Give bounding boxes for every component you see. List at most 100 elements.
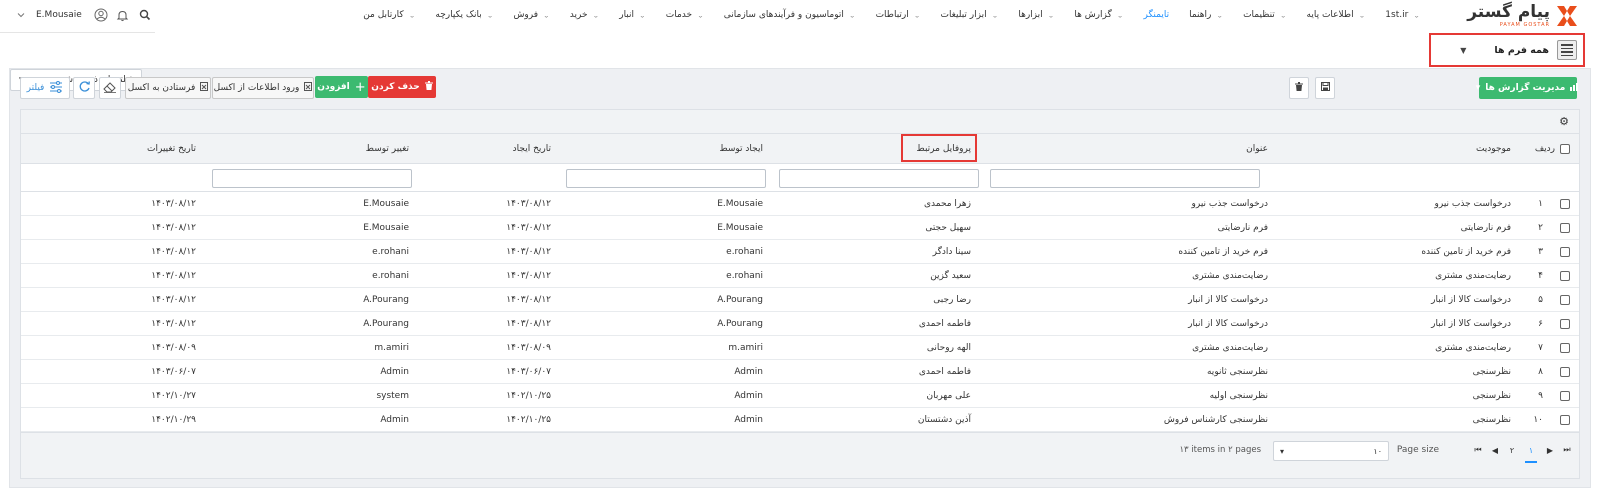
form-selector[interactable]: ▼ همه فرم ها	[1429, 33, 1585, 67]
nav-item-label: تایمنگر	[1143, 10, 1170, 20]
save-filter-button[interactable]	[1315, 77, 1335, 99]
delete-button[interactable]: حذف کردن	[368, 76, 436, 98]
cell-entity: رضایت‌مندی مشتری	[1435, 271, 1511, 281]
filter-button[interactable]: فیلتر	[20, 77, 70, 99]
table-row[interactable]: ۶ درخواست کالا از انبار درخواست کالا از ان…	[21, 312, 1579, 336]
grid-settings-bar: ⚙	[21, 110, 1579, 134]
column-header-title[interactable]: عنوان	[1246, 134, 1268, 164]
trash-icon	[424, 81, 433, 93]
cell-num: ۴	[1538, 271, 1543, 281]
refresh-button[interactable]	[73, 77, 95, 99]
row-checkbox[interactable]	[1560, 367, 1570, 377]
nav-item-label: گزارش ها	[1074, 10, 1112, 20]
column-header-entity[interactable]: موجودیت	[1476, 134, 1511, 164]
prev-page-icon[interactable]: ◀	[1491, 446, 1499, 455]
brand-name: پیام گستر	[1467, 2, 1550, 22]
row-checkbox[interactable]	[1560, 271, 1570, 281]
nav-item[interactable]: اطلاعات پایه ⌄	[1297, 0, 1376, 30]
table-row[interactable]: ۱ درخواست جذب نیرو درخواست جذب نیرو زهرا مح…	[21, 192, 1579, 216]
add-button[interactable]: افزودن +	[315, 76, 368, 98]
excel-icon	[304, 82, 313, 94]
nav-item[interactable]: گزارش ها ⌄	[1064, 0, 1133, 30]
bell-icon[interactable]	[116, 8, 130, 22]
chevron-down-icon: ⌄	[991, 11, 999, 19]
row-checkbox[interactable]	[1560, 343, 1570, 353]
table-row[interactable]: ۲ فرم نارضایتی فرم نارضایتی سهیل حجتی E.Mous…	[21, 216, 1579, 240]
nav-item[interactable]: کارتابل من ⌄	[353, 0, 425, 30]
column-header-created-at[interactable]: تاریخ ایجاد	[513, 134, 551, 164]
nav-item-label: تنظیمات	[1243, 10, 1275, 20]
delete-filter-button[interactable]	[1289, 77, 1309, 99]
chevron-down-icon[interactable]	[14, 8, 28, 22]
table-row[interactable]: ۸ نظرسنجی نظرسنجی ثانویه فاطمه احمدی Admin ۱۴…	[21, 360, 1579, 384]
nav-item[interactable]: ارتباطات ⌄	[866, 0, 931, 30]
column-header-created-by[interactable]: ایجاد توسط	[719, 134, 763, 164]
column-header-modified-at[interactable]: تاریخ تغییرات	[147, 134, 196, 164]
next-page-icon[interactable]: ▶	[1546, 446, 1554, 455]
cell-num: ۲	[1538, 223, 1543, 233]
cell-num: ۳	[1538, 247, 1543, 257]
page-number[interactable]: ۲	[1508, 446, 1516, 455]
user-avatar-icon[interactable]	[94, 8, 108, 22]
column-header-modified-by[interactable]: تغییر توسط	[366, 134, 409, 164]
table-row[interactable]: ۷ رضایت‌مندی مشتری رضایت‌مندی مشتری الهه رو…	[21, 336, 1579, 360]
page-size-select[interactable]: ▾ ۱۰	[1273, 441, 1389, 461]
row-checkbox[interactable]	[1560, 199, 1570, 209]
first-page-icon[interactable]: ⏮	[1474, 445, 1482, 455]
list-menu-icon[interactable]	[1557, 40, 1577, 60]
table-row[interactable]: ۵ درخواست کالا از انبار درخواست کالا از ان…	[21, 288, 1579, 312]
cell-modified-by: system	[376, 391, 409, 401]
created-by-filter-input[interactable]	[566, 169, 766, 188]
nav-item[interactable]: فروش ⌄	[503, 0, 559, 30]
profile-filter-input[interactable]	[779, 169, 979, 188]
select-all-checkbox[interactable]	[1560, 144, 1570, 154]
cell-num: ۷	[1538, 343, 1543, 353]
modified-by-filter-input[interactable]	[212, 169, 412, 188]
table-row[interactable]: ۴ رضایت‌مندی مشتری رضایت‌مندی مشتری سعید گز…	[21, 264, 1579, 288]
nav-item[interactable]: تایمنگر	[1133, 0, 1179, 30]
last-page-icon[interactable]: ⏭	[1563, 445, 1571, 455]
table-row[interactable]: ۱۰ نظرسنجی نظرسنجی کارشناس فروش آذین دشتستا…	[21, 408, 1579, 432]
brand-logo[interactable]: پیام گستر PAYAM GOSTAR	[1450, 2, 1580, 30]
nav-item[interactable]: انبار ⌄	[609, 0, 656, 30]
row-checkbox[interactable]	[1560, 295, 1570, 305]
import-excel-button[interactable]: ورود اطلاعات از اکسل	[212, 77, 314, 99]
row-checkbox[interactable]	[1560, 223, 1570, 233]
column-header-profile[interactable]: پروفایل مرتبط	[916, 134, 971, 164]
cell-profile: رضا رجبی	[933, 295, 971, 305]
page-number[interactable]: ۱	[1525, 446, 1537, 463]
cell-created-by: Admin	[734, 391, 763, 401]
row-checkbox[interactable]	[1560, 415, 1570, 425]
nav-item[interactable]: تنظیمات ⌄	[1233, 0, 1296, 30]
table-row[interactable]: ۹ نظرسنجی نظرسنجی اولیه علی مهربان Admin ۱۴۰۲…	[21, 384, 1579, 408]
nav-item[interactable]: 1st.ir ⌄	[1375, 0, 1430, 30]
column-header-row[interactable]: ردیف	[1535, 134, 1555, 164]
nav-item[interactable]: خرید ⌄	[560, 0, 609, 30]
cell-profile: فاطمه احمدی	[918, 367, 971, 377]
row-checkbox[interactable]	[1560, 247, 1570, 257]
nav-item[interactable]: ابزارها ⌄	[1008, 0, 1064, 30]
nav-item[interactable]: اتوماسیون و فرآیندهای سازمانی ⌄	[714, 0, 866, 30]
row-checkbox[interactable]	[1560, 319, 1570, 329]
form-selector-title: همه فرم ها	[1494, 44, 1549, 56]
nav-item-label: خرید	[569, 10, 588, 20]
search-icon[interactable]	[138, 8, 152, 22]
table-row[interactable]: ۳ فرم خرید از تامین کننده فرم خرید از تامی…	[21, 240, 1579, 264]
nav-item[interactable]: خدمات ⌄	[656, 0, 714, 30]
title-filter-input[interactable]	[990, 169, 1260, 188]
report-management-button[interactable]: ▾ مدیریت گزارش ها	[1476, 77, 1579, 99]
cell-entity: نظرسنجی	[1472, 367, 1511, 377]
clear-filters-button[interactable]	[99, 77, 121, 99]
cell-created-at: ۱۴۰۳/۰۸/۰۹	[506, 343, 551, 353]
cell-modified-at: ۱۴۰۲/۱۰/۲۷	[151, 391, 196, 401]
row-checkbox[interactable]	[1560, 391, 1570, 401]
cell-modified-by: Admin	[380, 415, 409, 425]
nav-item[interactable]: راهنما ⌄	[1179, 0, 1233, 30]
user-name[interactable]: E.Mousaie	[36, 10, 82, 20]
cell-entity: درخواست کالا از انبار	[1431, 295, 1511, 305]
nav-item[interactable]: ابزار تبلیغات ⌄	[930, 0, 1008, 30]
cell-title: درخواست جذب نیرو	[1191, 199, 1268, 209]
gear-icon[interactable]: ⚙	[1557, 115, 1571, 129]
nav-item[interactable]: بانک یکپارچه ⌄	[425, 0, 503, 30]
export-excel-button[interactable]: فرستادن به اکسل	[125, 77, 211, 99]
